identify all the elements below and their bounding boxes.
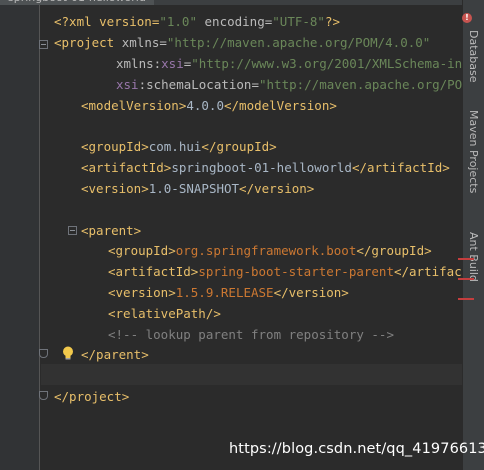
fold-end-project[interactable] bbox=[39, 391, 48, 400]
code-line-parent-artifact-id: <artifactId>spring-boot-starter-parent</… bbox=[108, 264, 484, 279]
database-tool-tab[interactable]: Database bbox=[467, 30, 480, 83]
editor-gutter[interactable] bbox=[0, 5, 40, 470]
fold-end-parent[interactable] bbox=[39, 349, 48, 358]
code-line-comment: <!-- lookup parent from repository --> bbox=[108, 327, 394, 342]
maven-projects-tool-tab[interactable]: Maven Projects bbox=[467, 110, 480, 193]
ant-build-tool-tab[interactable]: Ant Build bbox=[467, 232, 480, 282]
fold-marker-parent[interactable] bbox=[68, 226, 77, 235]
code-line-parent-open: <parent> bbox=[81, 223, 142, 238]
annotation-marker bbox=[458, 258, 474, 260]
code-line-version: <version>1.0-SNAPSHOT</version> bbox=[81, 181, 315, 196]
code-line-artifact-id: <artifactId>springboot-01-helloworld</ar… bbox=[81, 160, 450, 175]
code-line-group-id: <groupId>com.hui</groupId> bbox=[81, 139, 277, 154]
code-line-model-version: <modelVersion>4.0.0</modelVersion> bbox=[81, 98, 337, 113]
watermark-text: https://blog.csdn.net/qq_41976613 bbox=[229, 441, 484, 457]
fold-marker-project[interactable] bbox=[39, 40, 48, 49]
code-line-schema-location: xsi:schemaLocation="http://maven.apache.… bbox=[116, 77, 484, 92]
code-line-parent-version: <version>1.5.9.RELEASE</version> bbox=[108, 285, 349, 300]
error-indicator-icon[interactable]: ! bbox=[462, 13, 472, 23]
right-tool-window-bar: Database Maven Projects Ant Build bbox=[462, 0, 484, 470]
code-line-parent-group-id: <groupId>org.springframework.boot</group… bbox=[108, 243, 432, 258]
code-line-xml-declaration: <?xml version="1.0" encoding="UTF-8"?> bbox=[54, 14, 341, 29]
code-line-relative-path: <relativePath/> bbox=[108, 306, 221, 321]
annotation-marker bbox=[458, 298, 474, 300]
code-line-project-close: </project> bbox=[54, 389, 130, 404]
annotation-marker bbox=[458, 278, 474, 280]
code-line-parent-close: </parent> bbox=[81, 347, 149, 362]
lightbulb-icon[interactable] bbox=[60, 345, 76, 361]
caret-row-highlight bbox=[41, 364, 462, 385]
code-line-xmlns-xsi: xmlns:xsi="http://www.w3.org/2001/XMLSch… bbox=[116, 56, 484, 71]
code-line-project-open: <project xmlns="http://maven.apache.org/… bbox=[54, 35, 431, 50]
